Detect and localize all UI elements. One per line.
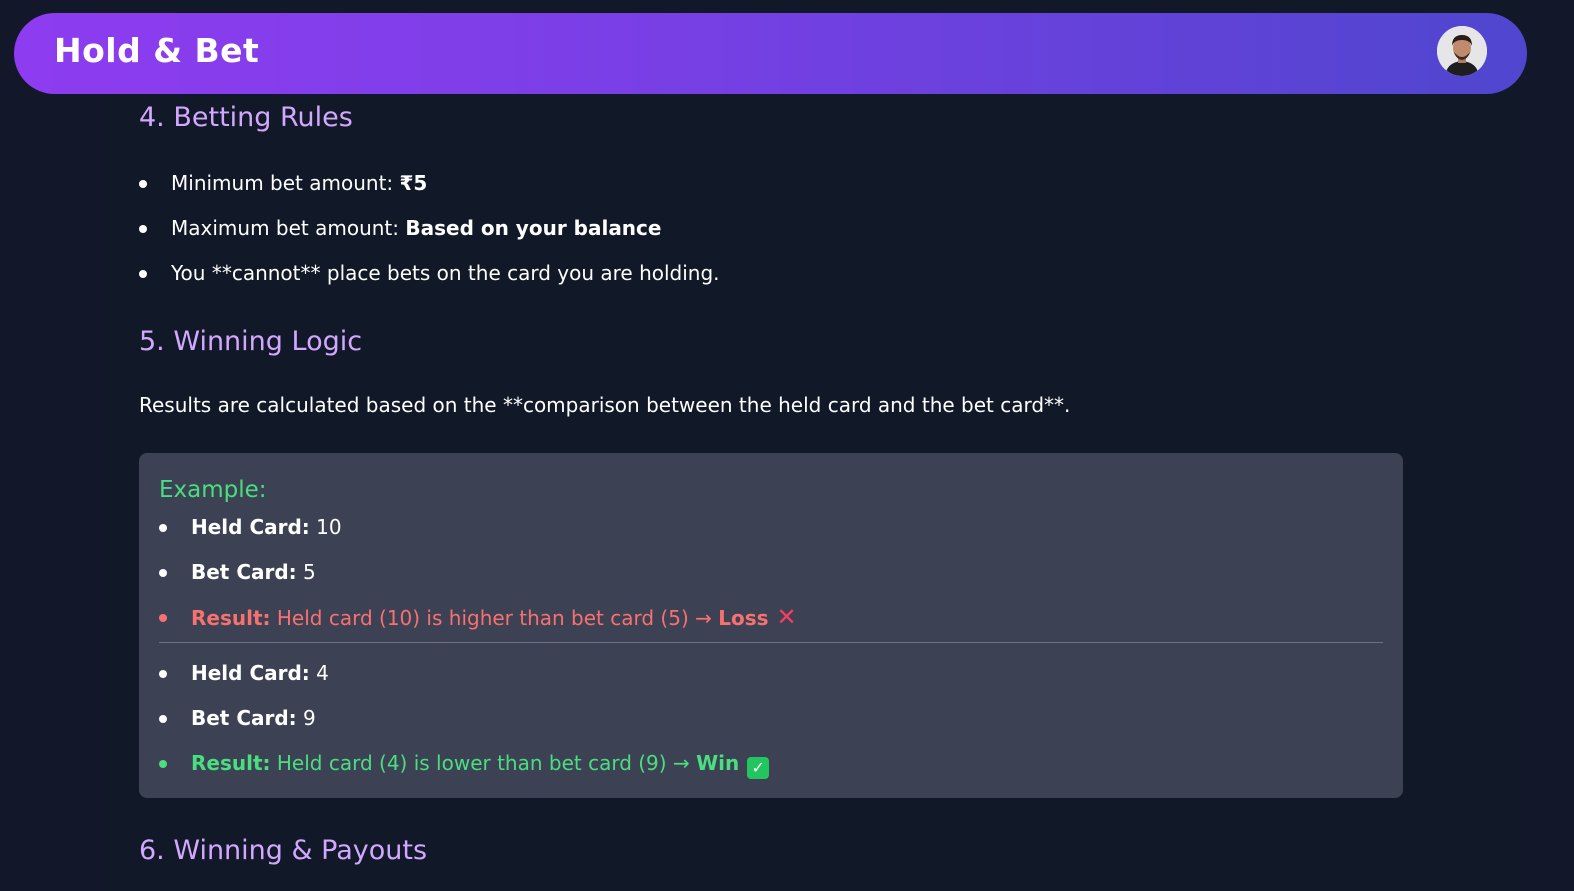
- check-mark-icon: ✓: [747, 757, 770, 779]
- result-win: Result: Held card (4) is lower than bet …: [159, 748, 1383, 793]
- result-label: Result:: [191, 751, 271, 775]
- result-outcome: Win: [696, 751, 740, 775]
- result-label: Result:: [191, 606, 271, 630]
- list-item: Maximum bet amount: Based on your balanc…: [139, 213, 720, 258]
- rule-value: ₹5: [399, 171, 428, 195]
- example-list-1: Held Card: 10 Bet Card: 5 Result: Held c…: [159, 512, 1383, 647]
- cross-mark-icon: ✕: [776, 603, 797, 631]
- result-outcome: Loss: [718, 606, 769, 630]
- winning-logic-heading: 5. Winning Logic: [139, 326, 363, 357]
- app-title: Hold & Bet: [54, 31, 260, 70]
- rule-value: Based on your balance: [405, 216, 662, 240]
- bet-card-label: Bet Card:: [191, 560, 297, 584]
- example-title: Example:: [159, 477, 267, 503]
- bet-card-value: 9: [296, 706, 316, 730]
- example-box: Example: Held Card: 10 Bet Card: 5 Resul…: [139, 453, 1403, 798]
- held-card-label: Held Card:: [191, 661, 310, 685]
- held-card-value: 10: [309, 515, 342, 539]
- result-text: Held card (4) is lower than bet card (9)…: [270, 751, 697, 775]
- list-item: You **cannot** place bets on the card yo…: [139, 258, 720, 303]
- betting-rules-list: Minimum bet amount: ₹5 Maximum bet amoun…: [139, 168, 720, 303]
- list-item: Held Card: 10: [159, 512, 1383, 557]
- result-text: Held card (10) is higher than bet card (…: [270, 606, 719, 630]
- held-card-label: Held Card:: [191, 515, 310, 539]
- winning-logic-paragraph: Results are calculated based on the **co…: [139, 393, 1071, 417]
- user-avatar-icon[interactable]: [1437, 26, 1487, 76]
- list-item: Bet Card: 9: [159, 703, 1383, 748]
- app-header: Hold & Bet: [14, 13, 1527, 94]
- example-list-2: Held Card: 4 Bet Card: 9 Result: Held ca…: [159, 658, 1383, 793]
- list-item: Minimum bet amount: ₹5: [139, 168, 720, 213]
- example-divider: [159, 642, 1383, 643]
- result-loss: Result: Held card (10) is higher than be…: [159, 602, 1383, 647]
- rule-text: Minimum bet amount:: [171, 171, 400, 195]
- held-card-value: 4: [309, 661, 329, 685]
- bet-card-value: 5: [296, 560, 316, 584]
- rule-text: Maximum bet amount:: [171, 216, 406, 240]
- rule-text: You **cannot** place bets on the card yo…: [171, 261, 720, 285]
- bet-card-label: Bet Card:: [191, 706, 297, 730]
- payouts-heading: 6. Winning & Payouts: [139, 835, 428, 866]
- betting-rules-heading: 4. Betting Rules: [139, 102, 353, 133]
- list-item: Bet Card: 5: [159, 557, 1383, 602]
- list-item: Held Card: 4: [159, 658, 1383, 703]
